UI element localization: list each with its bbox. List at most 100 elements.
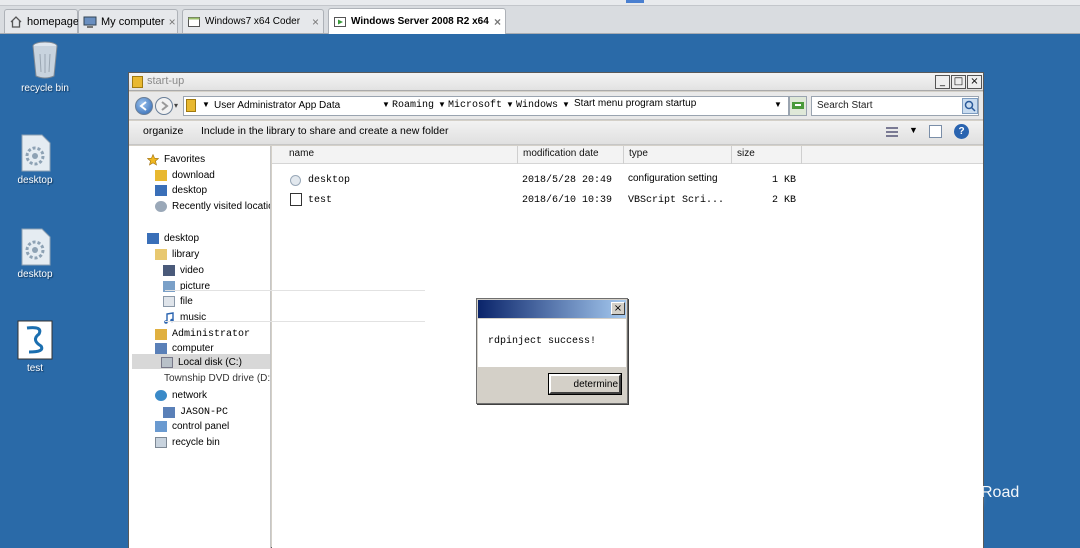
view-options-icon[interactable]	[885, 126, 899, 141]
file-name: desktop	[308, 175, 351, 186]
search-input[interactable]: Search Start	[811, 96, 979, 116]
home-icon	[9, 15, 23, 29]
recycle-bin-icon	[30, 40, 60, 80]
nav-computer[interactable]: computer	[155, 341, 214, 355]
column-header-size[interactable]: size	[732, 146, 802, 164]
nav-dvd-drive[interactable]: Township DVD drive (D:)	[164, 371, 271, 385]
settings-file-icon	[290, 175, 301, 186]
desktop-folder-icon	[155, 184, 167, 196]
tab-label: homepage	[27, 15, 79, 28]
back-button[interactable]	[135, 97, 153, 115]
user-folder-icon	[155, 328, 167, 340]
tab-windows-server-2008[interactable]: Windows Server 2008 R2 x64 ×	[328, 8, 506, 34]
breadcrumb-item[interactable]: User Administrator App Data	[214, 100, 340, 111]
nav-desktop[interactable]: desktop	[147, 231, 199, 245]
file-row[interactable]: desktop 2018/5/28 20:49 configuration se…	[272, 173, 983, 191]
file-name: test	[308, 195, 333, 206]
nav-favorites[interactable]: Favorites	[146, 152, 205, 166]
desktop-icon-desktop-ini[interactable]: desktop	[0, 134, 70, 186]
nav-label: Administrator	[172, 328, 251, 340]
message-dialog: × rdpinject success! determine	[476, 298, 628, 404]
breadcrumb-item[interactable]: Windows	[516, 100, 558, 111]
desktop-icon-label: desktop	[17, 269, 53, 280]
nav-label: library	[172, 248, 200, 260]
window-titlebar[interactable]: start-up _ □ ×	[129, 73, 983, 91]
desktop-icon-recycle-bin[interactable]: recycle bin	[10, 40, 80, 94]
watermark-blur	[945, 488, 979, 504]
nav-label: desktop	[164, 232, 200, 244]
maximize-button[interactable]: □	[951, 75, 966, 89]
dialog-close-button[interactable]: ×	[611, 302, 625, 315]
search-placeholder: Search Start	[817, 100, 873, 111]
watermark-text: Road	[981, 484, 1020, 501]
nav-video[interactable]: video	[163, 263, 204, 277]
close-icon[interactable]: ×	[165, 15, 176, 29]
desktop-icon-label: desktop	[17, 175, 53, 186]
nav-desktop-fav[interactable]: desktop	[155, 183, 207, 197]
nav-recent-places[interactable]: Recently visited location	[155, 199, 270, 213]
dialog-ok-button[interactable]: determine	[548, 373, 622, 395]
nav-jason-pc[interactable]: JASON-PC	[163, 405, 228, 419]
window-title: start-up	[147, 75, 185, 87]
control-panel-icon	[155, 420, 167, 432]
nav-local-disk-c[interactable]: Local disk (C:)	[161, 355, 242, 369]
nav-label: recycle bin	[172, 436, 220, 448]
nav-label: control panel	[172, 420, 230, 432]
search-icon[interactable]	[962, 98, 978, 114]
nav-download[interactable]: download	[155, 168, 215, 182]
tab-my-computer[interactable]: My computer ×	[78, 9, 178, 33]
tab-homepage[interactable]: homepage	[4, 9, 79, 33]
organize-button[interactable]: organize	[143, 125, 183, 137]
vbscript-file-icon	[17, 320, 53, 360]
recycle-bin-icon	[155, 436, 167, 448]
file-type: VBScript Scri...	[628, 195, 725, 206]
star-icon	[146, 153, 160, 166]
breadcrumb-separator-icon: ▼	[438, 100, 446, 109]
vm-icon	[187, 15, 201, 29]
nav-file[interactable]: file	[163, 294, 193, 308]
desktop-icon-label: recycle bin	[21, 83, 69, 94]
document-icon	[163, 295, 175, 307]
host-indicator	[626, 0, 644, 3]
tab-label: Windows7 x64 Coder	[205, 16, 301, 27]
vbscript-file-icon	[290, 193, 302, 206]
address-box[interactable]: ▼ User Administrator App Data ▼ Roaming …	[183, 96, 789, 116]
history-dropdown-icon[interactable]: ▾	[174, 101, 178, 110]
nav-library[interactable]: library	[155, 247, 199, 261]
column-header-type[interactable]: type	[624, 146, 732, 164]
column-header-name[interactable]: name	[284, 146, 518, 164]
view-dropdown-icon[interactable]: ▼	[909, 125, 918, 135]
breadcrumb-item[interactable]: Start menu program startup	[574, 98, 696, 109]
refresh-button[interactable]	[789, 96, 807, 116]
address-dropdown-icon[interactable]: ▼	[774, 100, 782, 109]
nav-administrator[interactable]: Administrator	[155, 327, 250, 341]
desktop-icon-desktop-ini-2[interactable]: desktop	[0, 228, 70, 280]
column-header-date[interactable]: modification date	[518, 146, 624, 164]
network-icon	[155, 389, 167, 401]
preview-pane-icon[interactable]	[929, 125, 942, 138]
tab-windows7-coder[interactable]: Windows7 x64 Coder ×	[182, 9, 324, 33]
nav-network[interactable]: network	[155, 388, 207, 402]
nav-label: network	[172, 389, 208, 401]
help-icon[interactable]: ?	[954, 124, 969, 139]
nav-recycle-bin[interactable]: recycle bin	[155, 435, 220, 449]
computer-icon	[163, 406, 175, 418]
desktop-icon-test[interactable]: test	[0, 320, 70, 374]
nav-label: Township DVD drive (D:)	[164, 372, 271, 384]
file-row[interactable]: test 2018/6/10 10:39 VBScript Scri... 2 …	[272, 193, 983, 211]
close-button[interactable]: ×	[967, 75, 982, 89]
close-icon[interactable]: ×	[308, 15, 319, 29]
wechat-icon	[893, 486, 935, 519]
video-icon	[163, 264, 175, 276]
computer-icon	[83, 15, 97, 29]
tab-label: Windows Server 2008 R2 x64	[351, 16, 489, 27]
breadcrumb-separator-icon: ▼	[382, 100, 390, 109]
forward-button[interactable]	[155, 97, 173, 115]
library-share-folder-commands[interactable]: Include in the library to share and crea…	[201, 125, 448, 137]
close-icon[interactable]: ×	[490, 15, 501, 29]
minimize-button[interactable]: _	[935, 75, 950, 89]
dialog-titlebar[interactable]	[478, 300, 626, 318]
nav-control-panel[interactable]: control panel	[155, 419, 229, 433]
breadcrumb-item[interactable]: Roaming	[392, 100, 434, 111]
breadcrumb-item[interactable]: Microsoft	[448, 100, 502, 111]
